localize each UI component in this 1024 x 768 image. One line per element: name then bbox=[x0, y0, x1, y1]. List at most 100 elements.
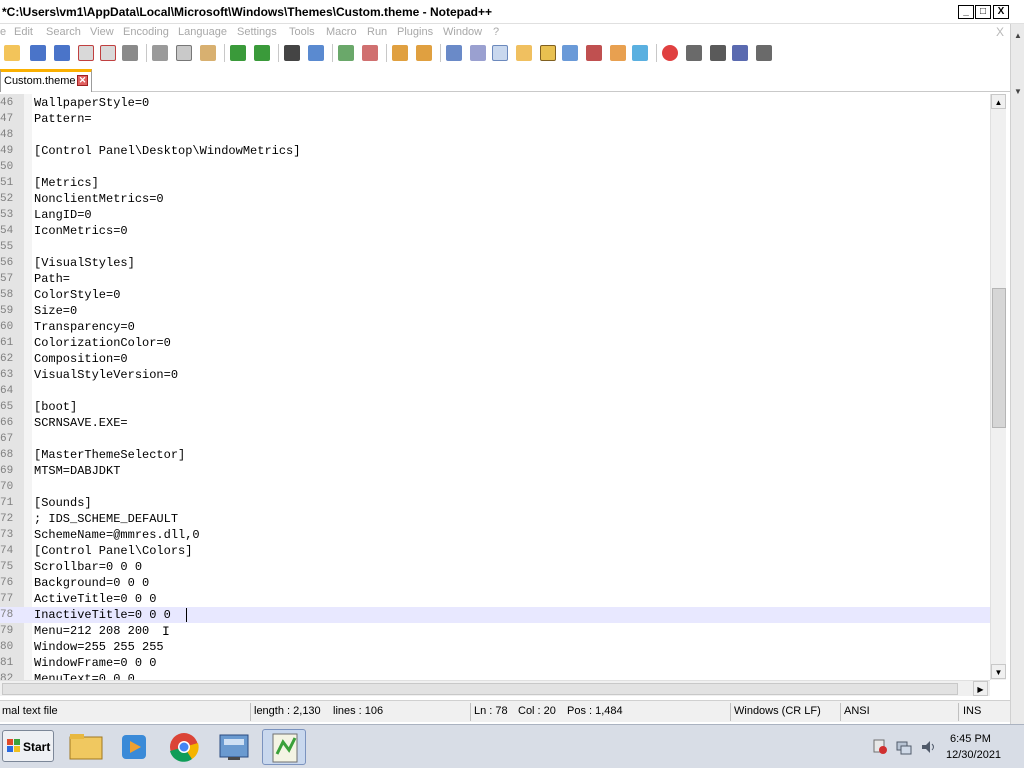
tab-custom-theme[interactable]: Custom.theme ✕ bbox=[0, 69, 92, 92]
function-list-icon[interactable] bbox=[562, 45, 578, 61]
monitor-eye-icon[interactable] bbox=[632, 45, 648, 61]
menu-settings[interactable]: Settings bbox=[237, 26, 277, 38]
menu-language[interactable]: Language bbox=[178, 26, 227, 38]
horizontal-scrollbar[interactable]: ▶ bbox=[0, 680, 990, 696]
play-macro-icon[interactable] bbox=[710, 45, 726, 61]
editor-line[interactable]: 80 Window=255 255 255 bbox=[0, 639, 990, 655]
text-editor[interactable]: 46 WallpaperStyle=0 47 Pattern= 48 49 [Control… bbox=[0, 94, 990, 680]
scroll-right-icon[interactable]: ▶ bbox=[973, 681, 988, 696]
close-button[interactable]: X bbox=[993, 5, 1009, 19]
editor-line[interactable]: 61 ColorizationColor=0 bbox=[0, 335, 990, 351]
menu-macro[interactable]: Macro bbox=[326, 26, 357, 38]
editor-line[interactable]: 73 SchemeName=@mmres.dll,0 bbox=[0, 527, 990, 543]
close-icon[interactable] bbox=[78, 45, 94, 61]
stop-macro-icon[interactable] bbox=[686, 45, 702, 61]
udl-icon[interactable] bbox=[516, 45, 532, 61]
zoom-out-icon[interactable] bbox=[362, 45, 378, 61]
editor-line[interactable]: 63 VisualStyleVersion=0 bbox=[0, 367, 990, 383]
find-icon[interactable] bbox=[284, 45, 300, 61]
sync-vertical-icon[interactable] bbox=[392, 45, 408, 61]
editor-line[interactable]: 60 Transparency=0 bbox=[0, 319, 990, 335]
volume-icon[interactable] bbox=[920, 739, 936, 755]
editor-line[interactable]: 68 [MasterThemeSelector] bbox=[0, 447, 990, 463]
undo-icon[interactable] bbox=[230, 45, 246, 61]
start-button[interactable]: Start bbox=[2, 730, 54, 762]
menu-file[interactable]: e bbox=[0, 26, 6, 38]
clock-time[interactable]: 6:45 PM bbox=[950, 733, 991, 745]
file-explorer-icon[interactable] bbox=[64, 729, 108, 765]
horizontal-scroll-thumb[interactable] bbox=[2, 683, 958, 695]
copy-icon[interactable] bbox=[176, 45, 192, 61]
server-manager-icon[interactable] bbox=[212, 729, 256, 765]
sync-horizontal-icon[interactable] bbox=[416, 45, 432, 61]
editor-line[interactable]: 70 bbox=[0, 479, 990, 495]
media-player-icon[interactable] bbox=[112, 729, 156, 765]
editor-line[interactable]: 69 MTSM=DABJDKT bbox=[0, 463, 990, 479]
save-all-icon[interactable] bbox=[54, 45, 70, 61]
outer-scroll-down-icon[interactable]: ▼ bbox=[1013, 86, 1023, 98]
scroll-up-icon[interactable]: ▲ bbox=[991, 94, 1006, 109]
show-all-chars-icon[interactable] bbox=[470, 45, 486, 61]
menu-help[interactable]: ? bbox=[493, 26, 499, 38]
editor-line[interactable]: 74 [Control Panel\Colors] bbox=[0, 543, 990, 559]
editor-line[interactable]: 47 Pattern= bbox=[0, 111, 990, 127]
vertical-scroll-thumb[interactable] bbox=[992, 288, 1006, 428]
scroll-down-icon[interactable]: ▼ bbox=[991, 664, 1006, 679]
editor-line[interactable]: 59 Size=0 bbox=[0, 303, 990, 319]
outer-scrollbar[interactable]: ▲ ▼ bbox=[1010, 24, 1024, 724]
menu-view[interactable]: View bbox=[90, 26, 114, 38]
menu-edit[interactable]: Edit bbox=[14, 26, 33, 38]
menu-encoding[interactable]: Encoding bbox=[123, 26, 169, 38]
chrome-icon[interactable] bbox=[162, 729, 206, 765]
indent-guide-icon[interactable] bbox=[492, 45, 508, 61]
print-icon[interactable] bbox=[122, 45, 138, 61]
editor-line[interactable]: 51 [Metrics] bbox=[0, 175, 990, 191]
editor-line[interactable]: 50 bbox=[0, 159, 990, 175]
replace-icon[interactable] bbox=[308, 45, 324, 61]
folder-as-workspace-icon[interactable] bbox=[586, 45, 602, 61]
tab-close-icon[interactable]: ✕ bbox=[77, 75, 88, 86]
menu-plugins[interactable]: Plugins bbox=[397, 26, 433, 38]
network-icon[interactable] bbox=[896, 739, 912, 755]
editor-line[interactable]: 48 bbox=[0, 127, 990, 143]
record-macro-icon[interactable] bbox=[662, 45, 678, 61]
editor-line[interactable]: 77 ActiveTitle=0 0 0 bbox=[0, 591, 990, 607]
paste-icon[interactable] bbox=[200, 45, 216, 61]
editor-line[interactable]: 57 Path= bbox=[0, 271, 990, 287]
editor-line[interactable]: 54 IconMetrics=0 bbox=[0, 223, 990, 239]
editor-line[interactable]: 81 WindowFrame=0 0 0 bbox=[0, 655, 990, 671]
new-file-icon[interactable] bbox=[4, 45, 20, 61]
close-document-button[interactable]: X bbox=[996, 25, 1004, 39]
editor-line[interactable]: 82 MenuText=0 0 0 bbox=[0, 671, 990, 680]
clock-date[interactable]: 12/30/2021 bbox=[946, 749, 1001, 761]
monitoring-icon[interactable] bbox=[610, 45, 626, 61]
editor-line[interactable]: 58 ColorStyle=0 bbox=[0, 287, 990, 303]
menu-tools[interactable]: Tools bbox=[289, 26, 315, 38]
save-icon[interactable] bbox=[30, 45, 46, 61]
maximize-button[interactable]: □ bbox=[975, 5, 991, 19]
editor-line[interactable]: 78 InactiveTitle=0 0 0 bbox=[0, 607, 990, 623]
vertical-scrollbar[interactable]: ▲ ▼ bbox=[990, 94, 1006, 680]
editor-line[interactable]: 67 bbox=[0, 431, 990, 447]
editor-line[interactable]: 75 Scrollbar=0 0 0 bbox=[0, 559, 990, 575]
action-center-icon[interactable] bbox=[872, 739, 888, 755]
doc-map-icon[interactable] bbox=[540, 45, 556, 61]
editor-line[interactable]: 62 Composition=0 bbox=[0, 351, 990, 367]
menu-window[interactable]: Window bbox=[443, 26, 482, 38]
editor-line[interactable]: 71 [Sounds] bbox=[0, 495, 990, 511]
editor-line[interactable]: 56 [VisualStyles] bbox=[0, 255, 990, 271]
editor-line[interactable]: 65 [boot] bbox=[0, 399, 990, 415]
menu-search[interactable]: Search bbox=[46, 26, 81, 38]
editor-line[interactable]: 76 Background=0 0 0 bbox=[0, 575, 990, 591]
close-all-icon[interactable] bbox=[100, 45, 116, 61]
redo-icon[interactable] bbox=[254, 45, 270, 61]
outer-scroll-up-icon[interactable]: ▲ bbox=[1013, 30, 1023, 42]
editor-line[interactable]: 64 bbox=[0, 383, 990, 399]
cut-icon[interactable] bbox=[152, 45, 168, 61]
editor-line[interactable]: 79 Menu=212 208 200 bbox=[0, 623, 990, 639]
editor-line[interactable]: 72 ; IDS_SCHEME_DEFAULT bbox=[0, 511, 990, 527]
editor-line[interactable]: 49 [Control Panel\Desktop\WindowMetrics] bbox=[0, 143, 990, 159]
menu-run[interactable]: Run bbox=[367, 26, 387, 38]
editor-line[interactable]: 46 WallpaperStyle=0 bbox=[0, 95, 990, 111]
editor-line[interactable]: 55 bbox=[0, 239, 990, 255]
